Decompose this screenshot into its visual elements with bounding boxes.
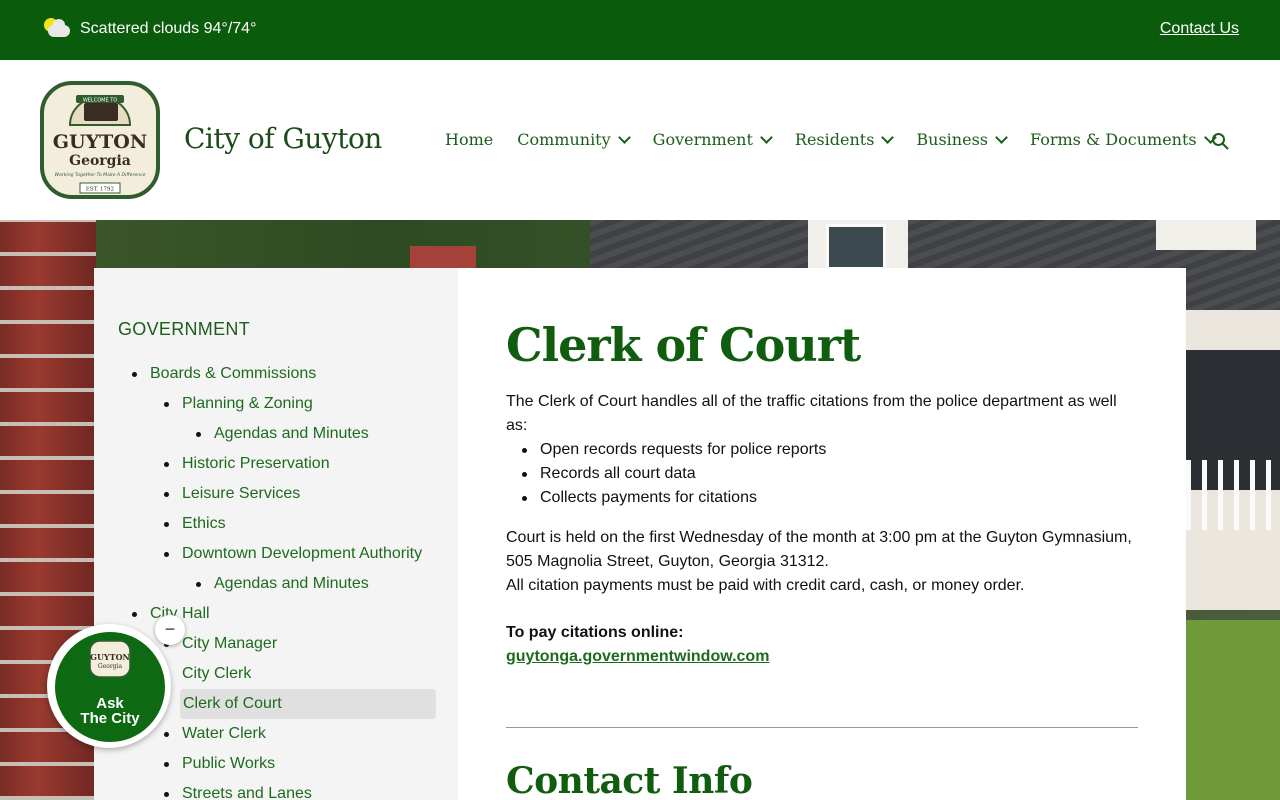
list-item: Records all court data (522, 462, 826, 486)
site-title[interactable]: City of Guyton (184, 122, 382, 155)
nav-forms-documents[interactable]: Forms & Documents (1030, 130, 1217, 149)
nav-home[interactable]: Home (445, 130, 493, 149)
sidebar-item-agendas-minutes-pz[interactable]: Agendas and Minutes (196, 419, 369, 449)
sidebar-item-streets-lanes[interactable]: Streets and Lanes (164, 779, 312, 800)
sidebar-item-historic-preservation[interactable]: Historic Preservation (164, 449, 330, 479)
sidebar-item-city-clerk[interactable]: City Clerk (164, 659, 251, 689)
svg-text:Working Together To Make A Dif: Working Together To Make A Difference (55, 172, 146, 178)
svg-text:GUYTON: GUYTON (53, 131, 147, 153)
weather-text: Scattered clouds 94°/74° (80, 20, 257, 37)
sidebar-item-agendas-minutes-dda[interactable]: Agendas and Minutes (196, 569, 369, 599)
sidebar-item-planning-zoning[interactable]: Planning & Zoning (164, 389, 313, 419)
sidebar-item-water-clerk[interactable]: Water Clerk (164, 719, 266, 749)
intro-text: The Clerk of Court handles all of the tr… (506, 393, 1117, 434)
payment-methods-text: All citation payments must be paid with … (506, 577, 1025, 594)
sidebar-item-ethics[interactable]: Ethics (164, 509, 226, 539)
top-bar: Scattered clouds 94°/74° Contact Us (0, 0, 1280, 60)
svg-text:GUYTON: GUYTON (90, 652, 130, 662)
contact-us-link[interactable]: Contact Us (1160, 20, 1239, 38)
weather-widget: Scattered clouds 94°/74° (44, 18, 256, 40)
sidebar-item-public-works[interactable]: Public Works (164, 749, 275, 779)
city-logo[interactable]: WELCOME TO GUYTON Georgia Working Togeth… (40, 81, 160, 199)
nav-community[interactable]: Community (517, 130, 631, 149)
nav-residents[interactable]: Residents (794, 130, 895, 149)
list-item: Collects payments for citations (522, 486, 826, 510)
svg-text:Georgia: Georgia (69, 153, 131, 169)
ask-the-city-label: Ask The City (80, 695, 140, 727)
chevron-down-icon (881, 131, 895, 144)
nav-label: Government (652, 130, 753, 149)
nav-label: Community (517, 130, 611, 149)
nav-label: Residents (794, 130, 875, 149)
sidebar-item-leisure-services[interactable]: Leisure Services (164, 479, 300, 509)
pay-citations-link[interactable]: guytonga.governmentwindow.com (506, 648, 769, 666)
sidebar-heading[interactable]: GOVERNMENT (118, 319, 250, 340)
ask-the-city-widget[interactable]: GUYTON Georgia Ask The City − (47, 615, 185, 748)
duties-list: Open records requests for police reports… (522, 438, 826, 510)
sidebar-item-downtown-development[interactable]: Downtown Development Authority (164, 539, 422, 569)
nav-label: Forms & Documents (1030, 130, 1197, 149)
svg-text:WELCOME TO: WELCOME TO (83, 98, 117, 104)
main-content: Clerk of Court The Clerk of Court handle… (506, 268, 1138, 800)
list-item: Open records requests for police reports (522, 438, 826, 462)
main-nav: Home Community Government Residents Busi… (445, 130, 1239, 149)
svg-text:Georgia: Georgia (98, 663, 123, 670)
minimize-icon[interactable]: − (155, 615, 185, 645)
mini-city-logo: GUYTON Georgia (89, 640, 131, 678)
page-title: Clerk of Court (506, 318, 861, 372)
content-card: GOVERNMENT Boards & Commissions Planning… (94, 268, 1186, 800)
divider (506, 727, 1138, 728)
contact-info-heading: Contact Info (506, 760, 753, 800)
search-icon[interactable] (1211, 132, 1229, 150)
chevron-down-icon (760, 131, 773, 144)
svg-text:EST. 1792: EST. 1792 (86, 187, 114, 193)
chevron-down-icon (617, 131, 631, 144)
court-schedule-text: Court is held on the first Wednesday of … (506, 529, 1132, 570)
nav-business[interactable]: Business (916, 130, 1008, 149)
site-header: WELCOME TO GUYTON Georgia Working Togeth… (0, 60, 1280, 220)
nav-label: Business (916, 130, 988, 149)
sidebar-item-boards-commissions[interactable]: Boards & Commissions (132, 359, 316, 389)
chevron-down-icon (995, 131, 1008, 144)
sidebar-item-clerk-of-court[interactable]: Clerk of Court (180, 689, 436, 719)
nav-label: Home (445, 130, 494, 149)
pay-citations-label: To pay citations online: (506, 624, 684, 641)
partly-cloudy-icon (44, 18, 72, 40)
nav-government[interactable]: Government (652, 130, 773, 149)
